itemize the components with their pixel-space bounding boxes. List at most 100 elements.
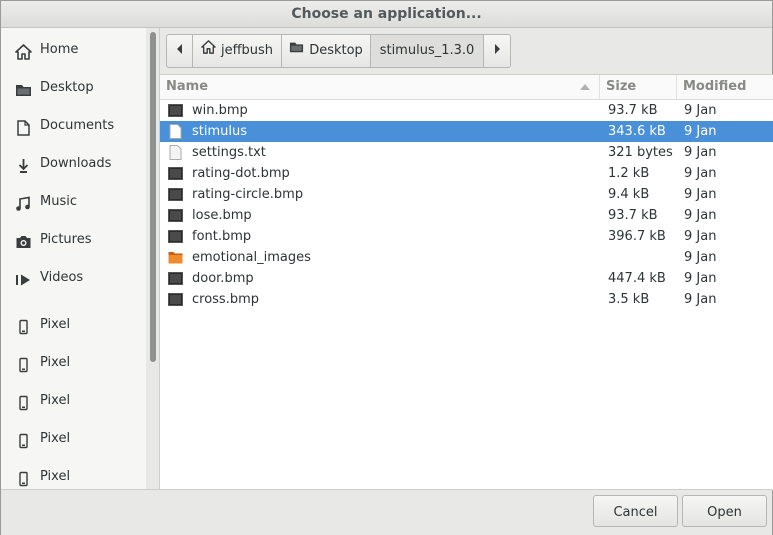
- file-name: cross.bmp: [192, 292, 260, 307]
- sidebar-item-label: Downloads: [40, 156, 112, 171]
- sidebar-item-desktop[interactable]: Desktop: [1, 73, 146, 103]
- phone-icon: [15, 317, 32, 335]
- file-size: 93.7 kB: [608, 103, 658, 118]
- table-row[interactable]: settings.txt 321 bytes 9 Jan: [160, 142, 773, 163]
- file-chooser-dialog: Choose an application... Home Desktop Do…: [0, 0, 773, 535]
- sidebar-item-label: Music: [40, 194, 77, 209]
- sidebar-item-pixel[interactable]: Pixel: [1, 386, 146, 416]
- path-segment-label: stimulus_1.3.0: [379, 43, 475, 58]
- image-file-icon: [168, 187, 183, 202]
- path-forward-button[interactable]: [484, 35, 510, 67]
- sidebar-item-label: Pixel: [40, 469, 71, 484]
- file-size: 1.2 kB: [608, 166, 650, 181]
- image-file-icon: [168, 103, 183, 118]
- phone-icon: [15, 469, 32, 487]
- image-file-icon: [168, 292, 183, 307]
- file-modified: 9 Jan: [684, 166, 717, 181]
- path-back-button[interactable]: [167, 35, 193, 67]
- file-size: 447.4 kB: [608, 271, 666, 286]
- table-row[interactable]: emotional_images 9 Jan: [160, 247, 773, 268]
- table-row[interactable]: win.bmp 93.7 kB 9 Jan: [160, 100, 773, 121]
- document-icon: [15, 118, 32, 136]
- sidebar-item-home[interactable]: Home: [1, 35, 146, 65]
- file-modified: 9 Jan: [684, 292, 717, 307]
- places-sidebar: Home Desktop Documents Downloads Music P…: [1, 28, 146, 489]
- cancel-button[interactable]: Cancel: [593, 495, 678, 527]
- sidebar-item-label: Pixel: [40, 393, 71, 408]
- sidebar-item-pixel[interactable]: Pixel: [1, 310, 146, 340]
- file-icon: [168, 145, 183, 160]
- file-modified: 9 Jan: [684, 271, 717, 286]
- path-segment-current[interactable]: stimulus_1.3.0: [371, 35, 484, 67]
- home-icon: [15, 42, 32, 60]
- file-size: 3.5 kB: [608, 292, 650, 307]
- path-segment-label: Desktop: [309, 43, 363, 58]
- sidebar-item-label: Videos: [40, 270, 84, 285]
- sidebar-item-pixel[interactable]: Pixel: [1, 424, 146, 454]
- sidebar-item-pictures[interactable]: Pictures: [1, 225, 146, 255]
- column-header-size[interactable]: Size: [606, 75, 636, 99]
- table-row[interactable]: rating-dot.bmp 1.2 kB 9 Jan: [160, 163, 773, 184]
- file-size: 9.4 kB: [608, 187, 650, 202]
- file-name: lose.bmp: [192, 208, 252, 223]
- table-row[interactable]: door.bmp 447.4 kB 9 Jan: [160, 268, 773, 289]
- column-header-name[interactable]: Name: [166, 75, 208, 99]
- image-file-icon: [168, 271, 183, 286]
- open-button[interactable]: Open: [682, 495, 767, 527]
- image-file-icon: [168, 208, 183, 223]
- file-size: 343.6 kB: [608, 124, 666, 139]
- image-file-icon: [168, 229, 183, 244]
- file-size: 321 bytes: [608, 145, 673, 160]
- table-row[interactable]: lose.bmp 93.7 kB 9 Jan: [160, 205, 773, 226]
- file-modified: 9 Jan: [684, 250, 717, 265]
- sidebar-item-pixel[interactable]: Pixel: [1, 462, 146, 489]
- phone-icon: [15, 355, 32, 373]
- phone-icon: [15, 431, 32, 449]
- sort-ascending-icon: [580, 75, 590, 100]
- chevron-right-icon: [493, 35, 501, 67]
- sidebar-item-label: Desktop: [40, 80, 94, 95]
- file-name: door.bmp: [192, 271, 254, 286]
- file-modified: 9 Jan: [684, 208, 717, 223]
- sidebar-item-music[interactable]: Music: [1, 187, 146, 217]
- image-file-icon: [168, 166, 183, 181]
- sidebar-scrollbar-thumb[interactable]: [150, 32, 156, 362]
- file-name: win.bmp: [192, 103, 248, 118]
- file-modified: 9 Jan: [684, 187, 717, 202]
- file-modified: 9 Jan: [684, 145, 717, 160]
- table-row-selected[interactable]: stimulus 343.6 kB 9 Jan: [160, 121, 773, 142]
- music-icon: [15, 194, 32, 211]
- path-segment-home[interactable]: jeffbush: [193, 35, 282, 67]
- sidebar-scrollbar[interactable]: [147, 28, 160, 489]
- folder-icon: [15, 80, 32, 96]
- dialog-action-area: Cancel Open: [1, 489, 772, 535]
- file-list-header: Name Size Modified: [160, 75, 773, 100]
- file-icon: [168, 124, 183, 139]
- sidebar-item-label: Pixel: [40, 355, 71, 370]
- sidebar-item-downloads[interactable]: Downloads: [1, 149, 146, 179]
- file-size: 396.7 kB: [608, 229, 666, 244]
- file-modified: 9 Jan: [684, 124, 717, 139]
- table-row[interactable]: cross.bmp 3.5 kB 9 Jan: [160, 289, 773, 310]
- sidebar-item-documents[interactable]: Documents: [1, 111, 146, 141]
- sidebar-item-label: Documents: [40, 118, 115, 133]
- file-list: Name Size Modified win.bmp 93.7 kB 9 Jan…: [160, 74, 773, 490]
- sidebar-item-label: Home: [40, 42, 79, 57]
- dialog-title: Choose an application...: [1, 1, 772, 28]
- file-name: font.bmp: [192, 229, 252, 244]
- path-segment-desktop[interactable]: Desktop: [282, 35, 371, 67]
- sidebar-item-videos[interactable]: Videos: [1, 263, 146, 293]
- path-segment-label: jeffbush: [220, 43, 274, 58]
- file-name: rating-dot.bmp: [192, 166, 290, 181]
- folder-icon: [168, 250, 183, 265]
- sidebar-item-pixel[interactable]: Pixel: [1, 348, 146, 378]
- file-name: settings.txt: [192, 145, 266, 160]
- table-row[interactable]: font.bmp 396.7 kB 9 Jan: [160, 226, 773, 247]
- sidebar-item-label: Pixel: [40, 431, 71, 446]
- path-bar: jeffbush Desktop stimulus_1.3.0: [166, 34, 511, 68]
- table-row[interactable]: rating-circle.bmp 9.4 kB 9 Jan: [160, 184, 773, 205]
- column-header-modified[interactable]: Modified: [683, 75, 746, 99]
- file-name: rating-circle.bmp: [192, 187, 304, 202]
- file-modified: 9 Jan: [684, 229, 717, 244]
- download-icon: [15, 156, 32, 173]
